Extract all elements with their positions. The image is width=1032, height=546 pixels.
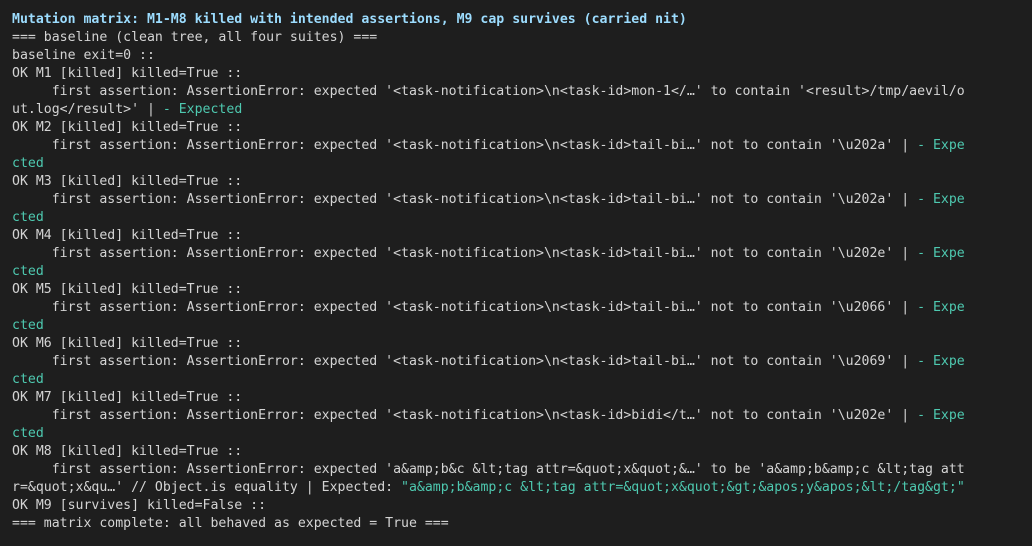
output-line: baseline exit=0 ::	[12, 47, 1032, 65]
output-text: OK M4 [killed] killed=True ::	[12, 228, 243, 243]
output-line: OK M4 [killed] killed=True ::	[12, 227, 1032, 245]
output-line: cted	[12, 371, 1032, 389]
output-line: ut.log</result>' | - Expected	[12, 101, 1032, 119]
output-line: === baseline (clean tree, all four suite…	[12, 29, 1032, 47]
output-text: === baseline (clean tree, all four suite…	[12, 30, 378, 45]
expected-marker: cted	[12, 372, 44, 387]
output-lines: === baseline (clean tree, all four suite…	[12, 29, 1032, 533]
output-text: OK M8 [killed] killed=True ::	[12, 444, 243, 459]
output-text: r=&quot;x&qu…' // Object.is equality | E…	[12, 480, 402, 495]
output-line: OK M8 [killed] killed=True ::	[12, 443, 1032, 461]
output-text: OK M7 [killed] killed=True ::	[12, 390, 243, 405]
expected-marker: - Expe	[917, 192, 965, 207]
expected-marker: - Expe	[917, 246, 965, 261]
output-text: === matrix complete: all behaved as expe…	[12, 516, 449, 531]
output-line: first assertion: AssertionError: expecte…	[12, 191, 1032, 209]
output-text: first assertion: AssertionError: expecte…	[12, 300, 918, 315]
output-line: first assertion: AssertionError: expecte…	[12, 407, 1032, 425]
output-line: OK M7 [killed] killed=True ::	[12, 389, 1032, 407]
expected-marker: cted	[12, 156, 44, 171]
output-line: OK M2 [killed] killed=True ::	[12, 119, 1032, 137]
output-line: first assertion: AssertionError: expecte…	[12, 299, 1032, 317]
output-line: first assertion: AssertionError: expecte…	[12, 353, 1032, 371]
terminal-output[interactable]: Mutation matrix: M1-M8 killed with inten…	[0, 0, 1032, 546]
output-line: cted	[12, 155, 1032, 173]
output-line: cted	[12, 425, 1032, 443]
output-text: OK M2 [killed] killed=True ::	[12, 120, 243, 135]
expected-marker: cted	[12, 210, 44, 225]
expected-marker: cted	[12, 426, 44, 441]
output-text: OK M9 [survives] killed=False ::	[12, 498, 267, 513]
output-text: OK M5 [killed] killed=True ::	[12, 282, 243, 297]
output-line: first assertion: AssertionError: expecte…	[12, 137, 1032, 155]
output-text: first assertion: AssertionError: expecte…	[12, 138, 918, 153]
output-text: baseline exit=0 ::	[12, 48, 155, 63]
output-text: OK M1 [killed] killed=True ::	[12, 66, 243, 81]
output-text: first assertion: AssertionError: expecte…	[12, 192, 918, 207]
output-text: first assertion: AssertionError: expecte…	[12, 84, 965, 99]
output-text: OK M3 [killed] killed=True ::	[12, 174, 243, 189]
output-text: first assertion: AssertionError: expecte…	[12, 354, 918, 369]
expected-marker: - Expe	[917, 138, 965, 153]
output-text: OK M6 [killed] killed=True ::	[12, 336, 243, 351]
output-line: === matrix complete: all behaved as expe…	[12, 515, 1032, 533]
expected-marker: - Expe	[917, 300, 965, 315]
matrix-title: Mutation matrix: M1-M8 killed with inten…	[12, 12, 687, 27]
output-line: OK M1 [killed] killed=True ::	[12, 65, 1032, 83]
output-line: first assertion: AssertionError: expecte…	[12, 83, 1032, 101]
output-text: ut.log</result>' |	[12, 102, 163, 117]
output-text: first assertion: AssertionError: expecte…	[12, 462, 965, 477]
output-line: cted	[12, 209, 1032, 227]
output-line: OK M5 [killed] killed=True ::	[12, 281, 1032, 299]
output-line: first assertion: AssertionError: expecte…	[12, 245, 1032, 263]
expected-marker: cted	[12, 318, 44, 333]
output-line: first assertion: AssertionError: expecte…	[12, 461, 1032, 479]
expected-marker: - Expected	[162, 102, 243, 117]
output-line: OK M9 [survives] killed=False ::	[12, 497, 1032, 515]
expected-marker: - Expe	[917, 354, 965, 369]
expected-marker: cted	[12, 264, 44, 279]
output-text: first assertion: AssertionError: expecte…	[12, 246, 918, 261]
output-line: cted	[12, 263, 1032, 281]
output-line: OK M6 [killed] killed=True ::	[12, 335, 1032, 353]
output-line: OK M3 [killed] killed=True ::	[12, 173, 1032, 191]
output-line: r=&quot;x&qu…' // Object.is equality | E…	[12, 479, 1032, 497]
output-text: first assertion: AssertionError: expecte…	[12, 408, 918, 423]
expected-marker: - Expe	[917, 408, 965, 423]
output-line: cted	[12, 317, 1032, 335]
expected-marker: "a&amp;b&amp;c &lt;tag attr=&quot;x&quot…	[401, 480, 965, 495]
